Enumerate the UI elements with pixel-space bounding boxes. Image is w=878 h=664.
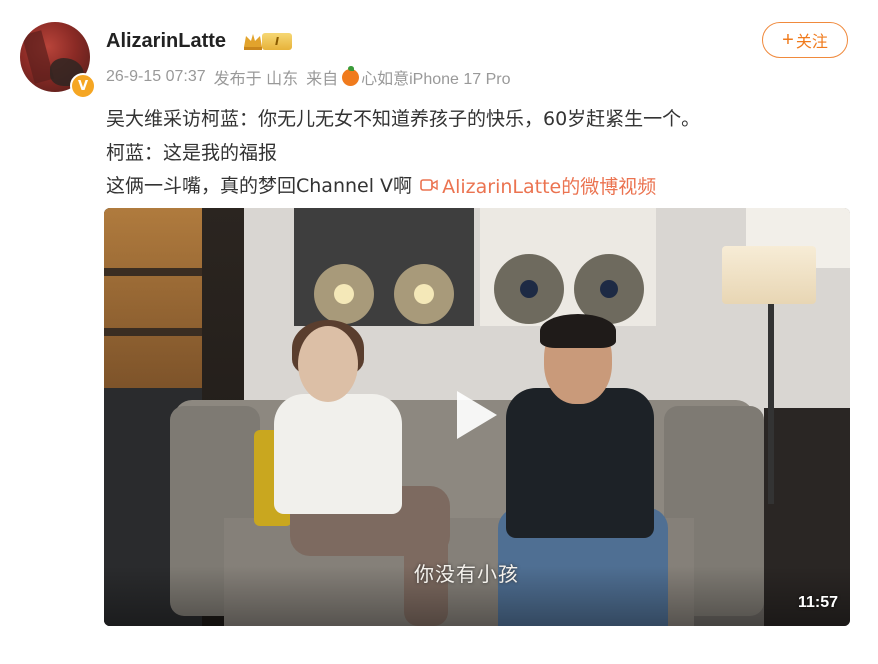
verified-badge-icon: V [70,73,96,99]
device-name: 心如意iPhone 17 Pro [361,71,511,88]
video-link[interactable]: AlizarinLatte的微博视频 [418,172,656,199]
device-orange-icon [342,65,360,86]
play-icon[interactable] [457,391,497,439]
video-duration: 11:57 [797,594,838,611]
video-frame-woman-top [274,394,402,514]
video-frame-lamp-shade [722,246,816,304]
video-frame-art-right [480,208,656,326]
author-name[interactable]: AlizarinLatte [106,30,226,53]
source-prefix: 来自 [306,71,339,88]
post-text-line-1: 吴大维采访柯蓝：你无儿无女不知道养孩子的快乐，60岁赶紧生一个。 [106,108,701,130]
video-frame-woman-head [298,326,358,402]
location: 发布于 山东 [213,71,299,88]
video-subtitle: 你没有小孩 [414,562,519,586]
follow-button[interactable]: + 关注 [762,22,848,58]
video-frame-lamp-pole [768,304,774,504]
post-text-line-3: 这俩一斗嘴，真的梦回Channel V啊 AlizarinLatte的微博视频 [106,171,656,199]
video-player[interactable]: 你没有小孩 11:57 [104,208,850,626]
level-badge: I [262,33,292,50]
post-text-line-3-content: 这俩一斗嘴，真的梦回Channel V啊 [106,175,413,197]
video-camera-icon [420,179,438,191]
video-frame-art-left [294,208,474,326]
post-text-line-2: 柯蓝：这是我的福报 [106,142,278,164]
timestamp[interactable]: 26-9-15 07:37 [106,68,206,86]
post-meta: 26-9-15 07:37 发布于 山东 来自 心如意iPhone 17 Pro [106,65,519,89]
video-frame-man-top [506,388,654,538]
follow-label: 关注 [795,34,828,51]
video-frame-man-hair [540,314,616,348]
plus-icon: + [782,28,794,51]
crown-icon [244,34,262,50]
video-link-label: AlizarinLatte的微博视频 [442,175,657,198]
